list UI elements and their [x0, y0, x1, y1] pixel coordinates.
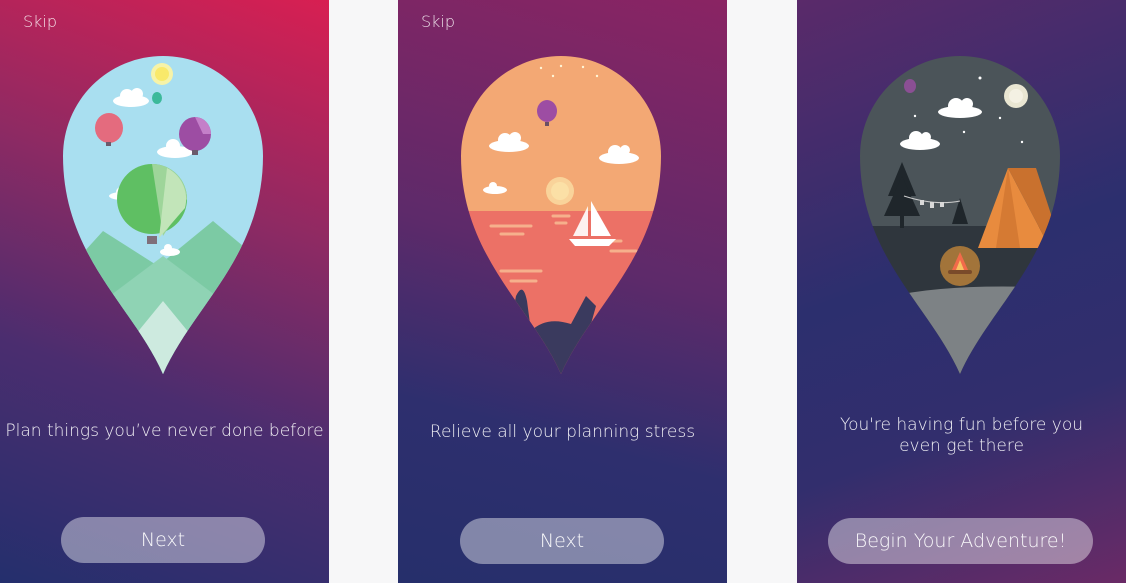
- onboarding-screen-3: You're having fun before you even get th…: [797, 0, 1126, 583]
- next-button[interactable]: Next: [460, 518, 664, 564]
- onboarding-screen-1: Skip Plan things you’ve never done befor…: [0, 0, 329, 583]
- skip-button[interactable]: Skip: [23, 12, 57, 31]
- onboarding-caption: Relieve all your planning stress: [429, 422, 696, 442]
- hot-air-balloons-illustration: [63, 56, 263, 374]
- onboarding-caption: You're having fun before you even get th…: [839, 415, 1084, 456]
- begin-adventure-button[interactable]: Begin Your Adventure!: [828, 518, 1093, 564]
- sunset-sailboat-illustration: [461, 56, 661, 374]
- onboarding-screen-2: Skip Relieve all your planning stress Ne…: [398, 0, 727, 583]
- night-camping-illustration: [860, 56, 1060, 374]
- skip-button[interactable]: Skip: [421, 12, 455, 31]
- next-button[interactable]: Next: [61, 517, 265, 563]
- onboarding-caption: Plan things you’ve never done before: [5, 421, 324, 441]
